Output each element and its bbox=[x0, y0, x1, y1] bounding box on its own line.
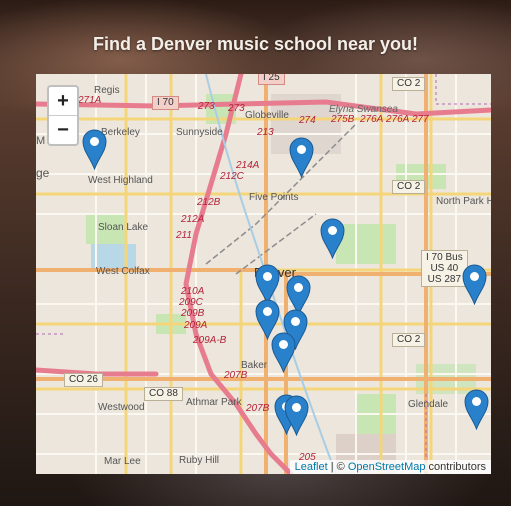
exit-209b: 209B bbox=[181, 308, 205, 319]
map-marker[interactable] bbox=[270, 332, 296, 373]
exit-212b: 212B bbox=[197, 197, 221, 208]
place-athmar-park: Athmar Park bbox=[186, 397, 242, 408]
exit-276a-2: 276A bbox=[386, 114, 410, 125]
place-berkeley: Berkeley bbox=[101, 127, 140, 138]
exit-275b: 275B bbox=[331, 114, 355, 125]
place-north-park-hill: North Park Hill bbox=[436, 196, 491, 207]
shield-co2-low: CO 2 bbox=[392, 333, 426, 347]
map-marker[interactable] bbox=[319, 218, 345, 259]
route-box-line: I 70 Bus bbox=[426, 252, 463, 263]
exit-209ab: 209A-B bbox=[193, 335, 227, 346]
shield-co2-top: CO 2 bbox=[392, 77, 426, 91]
place-sloan-lake: Sloan Lake bbox=[98, 222, 149, 233]
marker-pin-icon bbox=[270, 332, 296, 373]
place-west-highland: West Highland bbox=[88, 175, 153, 186]
exit-276a: 276A bbox=[360, 114, 384, 125]
osm-link[interactable]: OpenStreetMap bbox=[348, 461, 426, 473]
page-title: Find a Denver music school near you! bbox=[92, 34, 419, 54]
attribution-separator: | © bbox=[327, 461, 348, 473]
exit-274: 274 bbox=[299, 115, 316, 126]
exit-271a: 271A bbox=[78, 95, 102, 106]
exit-209c: 209C bbox=[179, 297, 203, 308]
zoom-control: + − bbox=[47, 85, 79, 146]
marker-pin-icon bbox=[283, 395, 309, 436]
place-partial-ge: ge bbox=[36, 166, 50, 180]
exit-212a: 212A bbox=[181, 214, 205, 225]
route-box-line: US 40 bbox=[430, 263, 459, 274]
shield-i25: I 25 bbox=[258, 74, 285, 85]
marker-pin-icon bbox=[81, 129, 107, 170]
school-map[interactable]: Regis Berkeley Sunnyside Globeville Elyr… bbox=[36, 74, 491, 474]
route-box-line: US 287 bbox=[427, 274, 462, 285]
place-ruby-hill: Ruby Hill bbox=[179, 455, 220, 466]
map-marker[interactable] bbox=[283, 395, 309, 436]
place-westwood: Westwood bbox=[98, 402, 145, 413]
exit-277: 277 bbox=[412, 114, 429, 125]
exit-210a: 210A bbox=[181, 286, 205, 297]
marker-pin-icon bbox=[319, 218, 345, 259]
attribution-suffix: contributors bbox=[425, 461, 486, 473]
zoom-out-button[interactable]: − bbox=[49, 115, 77, 144]
exit-214a: 214A bbox=[236, 160, 260, 171]
place-glendale: Glendale bbox=[408, 399, 449, 410]
place-west-colfax: West Colfax bbox=[96, 266, 150, 277]
shield-i70: I 70 bbox=[152, 96, 179, 110]
zoom-in-button[interactable]: + bbox=[49, 87, 77, 115]
shield-co2-mid: CO 2 bbox=[392, 180, 426, 194]
exit-212c: 212C bbox=[220, 171, 244, 182]
place-partial-m: M bbox=[36, 135, 46, 147]
exit-273b: 273 bbox=[228, 103, 245, 114]
place-mar-lee: Mar Lee bbox=[104, 456, 141, 467]
map-marker[interactable] bbox=[288, 137, 314, 178]
exit-211: 211 bbox=[176, 230, 192, 241]
exit-209a: 209A bbox=[184, 320, 208, 331]
shield-co26: CO 26 bbox=[64, 373, 103, 387]
place-sunnyside: Sunnyside bbox=[176, 127, 223, 138]
map-marker[interactable] bbox=[463, 389, 489, 430]
map-marker[interactable] bbox=[81, 129, 107, 170]
exit-207b: 207B bbox=[224, 370, 248, 381]
exit-213: 213 bbox=[257, 127, 274, 138]
leaflet-link[interactable]: Leaflet bbox=[295, 461, 328, 473]
exit-273a: 273 bbox=[198, 101, 215, 112]
map-attribution: Leaflet | © OpenStreetMap contributors bbox=[289, 460, 491, 474]
shield-co88: CO 88 bbox=[144, 387, 183, 401]
place-five-points: Five Points bbox=[249, 192, 299, 203]
marker-pin-icon bbox=[461, 264, 487, 305]
marker-pin-icon bbox=[288, 137, 314, 178]
exit-207b-2: 207B bbox=[246, 403, 270, 414]
place-globeville: Globeville bbox=[245, 110, 289, 121]
marker-pin-icon bbox=[463, 389, 489, 430]
map-marker[interactable] bbox=[461, 264, 487, 305]
